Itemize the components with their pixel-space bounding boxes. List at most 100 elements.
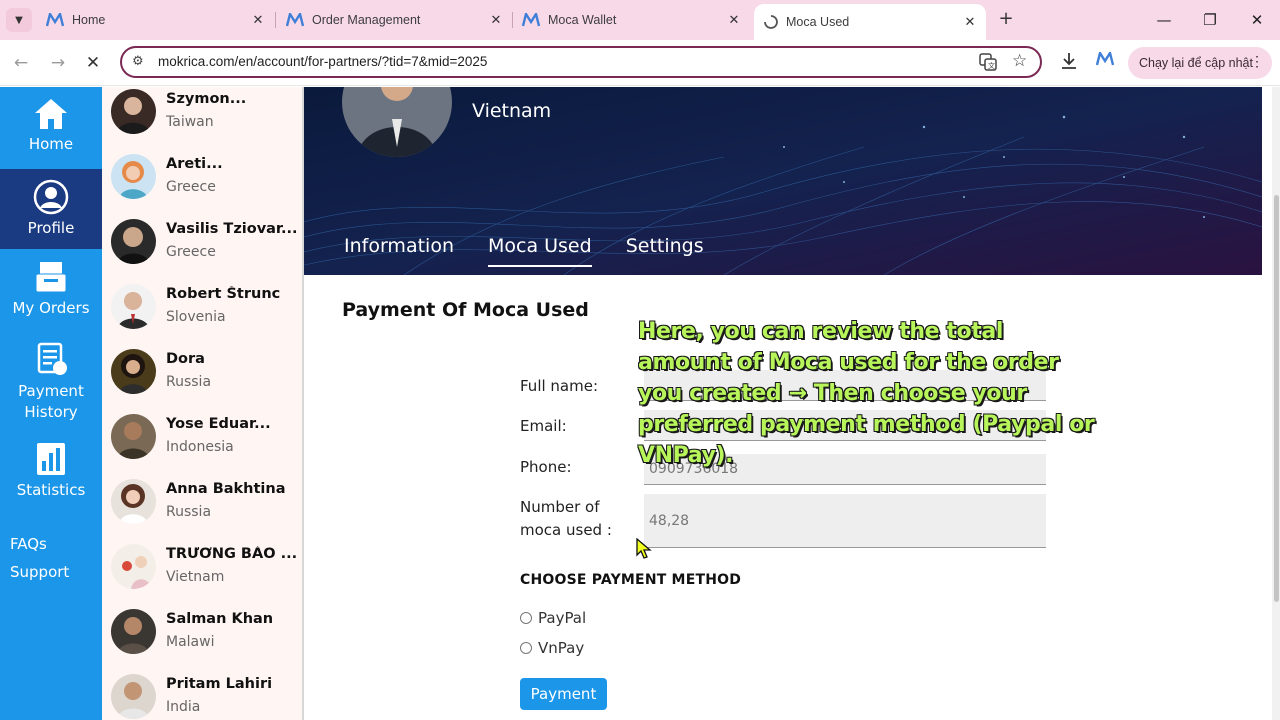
partner-name: Szymon... <box>166 91 247 107</box>
tab-divider <box>512 12 513 28</box>
stop-loading-icon[interactable]: ✕ <box>82 52 104 74</box>
profile-banner: Vietnam Information Moca Used Settings <box>304 87 1262 275</box>
list-item[interactable]: Areti... Greece <box>102 152 302 217</box>
mouse-cursor-icon <box>636 538 652 559</box>
partner-name: Robert Štrunc <box>166 286 281 302</box>
browser-tab-bar: ▼ Home ✕ Order Management ✕ Moca Wallet … <box>0 0 1280 40</box>
support-link[interactable]: Support <box>10 563 69 581</box>
moca-used-label: Number of moca used : <box>520 498 612 539</box>
tab-moca-wallet[interactable]: Moca Wallet ✕ <box>522 6 742 34</box>
phone-label: Phone: <box>520 458 572 476</box>
relaunch-update-label: Chạy lại để cập nhật <box>1139 56 1253 70</box>
nav-item-statistics[interactable]: Statistics <box>0 441 102 505</box>
partners-list: Szymon... Taiwan Areti... Greece Vasilis… <box>102 87 302 720</box>
vnpay-radio[interactable] <box>520 642 532 654</box>
tab-title: Order Management <box>312 13 421 27</box>
nav-label: My Orders <box>12 299 90 317</box>
moca-used-field[interactable] <box>644 494 1046 548</box>
list-item[interactable]: TRƯƠNG BẢO ... Vietnam <box>102 542 302 607</box>
forward-icon[interactable]: → <box>47 52 69 74</box>
scrollbar-thumb[interactable] <box>1274 195 1279 602</box>
moca-logo-icon <box>46 13 64 27</box>
payment-button[interactable]: Payment <box>520 678 607 710</box>
tutorial-caption: Here, you can review the total amount of… <box>637 318 1095 468</box>
avatar <box>111 89 156 134</box>
loading-spinner-icon <box>764 15 778 29</box>
partner-name: Yose Eduar... <box>166 416 271 432</box>
nav-label: Payment History <box>18 382 84 421</box>
list-item[interactable]: Vasilis Tziovar... Greece <box>102 217 302 282</box>
partner-name: Salman Khan <box>166 611 274 627</box>
nav-item-home[interactable]: Home <box>0 97 102 169</box>
partner-name: Dora <box>166 351 205 367</box>
profile-country: Vietnam <box>472 100 552 122</box>
tab-title: Moca Used <box>786 15 850 29</box>
nav-label: Home <box>28 135 74 153</box>
orders-icon <box>35 262 67 293</box>
partner-country: India <box>166 699 201 715</box>
page-title: Payment Of Moca Used <box>342 299 589 321</box>
avatar <box>111 284 156 329</box>
close-icon[interactable]: ✕ <box>962 14 978 30</box>
nav-label: Statistics <box>16 481 86 499</box>
profile-tabs: Information Moca Used Settings <box>344 235 738 267</box>
minimize-icon[interactable]: — <box>1154 10 1174 30</box>
avatar <box>111 544 156 589</box>
kebab-menu-icon[interactable]: ⋮ <box>1250 53 1264 70</box>
partner-country: Taiwan <box>166 114 214 130</box>
nav-item-my-orders[interactable]: My Orders <box>0 259 102 331</box>
paypal-option[interactable]: PayPal <box>520 609 586 627</box>
partner-name: Anna Bakhtina <box>166 481 286 497</box>
home-icon <box>35 99 67 129</box>
payment-history-icon <box>37 342 67 375</box>
tab-search-button[interactable]: ▼ <box>6 8 32 32</box>
list-item[interactable]: Dora Russia <box>102 347 302 412</box>
nav-item-profile[interactable]: Profile <box>0 169 102 249</box>
vnpay-option[interactable]: VnPay <box>520 639 584 657</box>
tab-information[interactable]: Information <box>344 235 454 265</box>
full-name-label: Full name: <box>520 377 599 395</box>
list-item[interactable]: Pritam Lahiri India <box>102 672 302 720</box>
window-close-icon[interactable]: ✕ <box>1247 10 1267 30</box>
partner-country: Greece <box>166 244 216 260</box>
vnpay-label: VnPay <box>538 639 585 657</box>
relaunch-update-button[interactable]: Chạy lại để cập nhật ⋮ <box>1128 47 1272 79</box>
tab-home[interactable]: Home ✕ <box>46 6 266 34</box>
nav-item-payment-history[interactable]: Payment History <box>0 341 102 421</box>
partner-name: TRƯƠNG BẢO ... <box>166 546 296 562</box>
restore-icon[interactable]: ❐ <box>1200 10 1220 30</box>
tab-order-management[interactable]: Order Management ✕ <box>286 6 504 34</box>
paypal-radio[interactable] <box>520 612 532 624</box>
close-icon[interactable]: ✕ <box>726 12 742 28</box>
site-settings-icon[interactable]: ⚙ <box>132 54 144 69</box>
tab-moca-used[interactable]: Moca Used ✕ <box>754 4 986 40</box>
list-item[interactable]: Robert Štrunc Slovenia <box>102 282 302 347</box>
translate-icon[interactable]: 文 <box>979 53 997 75</box>
payment-method-title: CHOOSE PAYMENT METHOD <box>520 572 742 588</box>
tab-moca-used-profile[interactable]: Moca Used <box>487 235 592 267</box>
download-icon[interactable] <box>1061 52 1077 74</box>
back-icon[interactable]: ← <box>10 52 32 74</box>
avatar <box>111 609 156 654</box>
nav-label: Profile <box>27 219 75 237</box>
partner-name: Pritam Lahiri <box>166 676 273 692</box>
list-item[interactable]: Yose Eduar... Indonesia <box>102 412 302 477</box>
tab-settings[interactable]: Settings <box>626 235 704 265</box>
address-bar[interactable]: ⚙ mokrica.com/en/account/for-partners/?t… <box>120 46 1042 78</box>
list-item[interactable]: Szymon... Taiwan <box>102 87 302 152</box>
tab-title: Home <box>72 13 106 27</box>
list-item[interactable]: Anna Bakhtina Russia <box>102 477 302 542</box>
list-item[interactable]: Salman Khan Malawi <box>102 607 302 672</box>
close-icon[interactable]: ✕ <box>488 12 504 28</box>
faqs-link[interactable]: FAQs <box>10 535 47 553</box>
tab-title: Moca Wallet <box>548 13 617 27</box>
bookmark-star-icon[interactable]: ☆ <box>1012 51 1027 71</box>
avatar <box>111 479 156 524</box>
partner-country: Greece <box>166 179 216 195</box>
browser-toolbar: ← → ✕ ⚙ mokrica.com/en/account/for-partn… <box>0 40 1280 86</box>
partner-country: Slovenia <box>166 309 226 325</box>
new-tab-button[interactable]: + <box>996 10 1016 30</box>
moca-extension-icon[interactable] <box>1095 49 1115 70</box>
close-icon[interactable]: ✕ <box>250 12 266 28</box>
partner-country: Indonesia <box>166 439 234 455</box>
